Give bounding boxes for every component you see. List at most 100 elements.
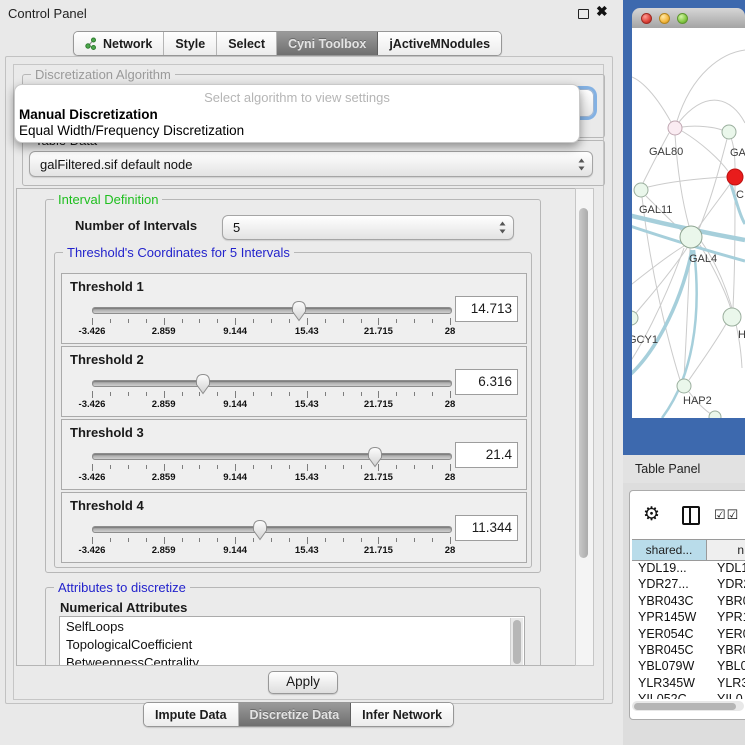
tab-network[interactable]: Network [74, 32, 164, 55]
node-label: GA [730, 147, 745, 159]
attributes-list-scrollbar-thumb[interactable] [513, 620, 521, 664]
node-table[interactable]: shared... n YDL19...YDL1YDR27...YDR2YBR0… [632, 539, 745, 699]
float-window-icon[interactable] [578, 9, 589, 19]
slider-thumb[interactable] [194, 372, 212, 395]
network-edge[interactable] [677, 50, 745, 121]
tick-mark [199, 538, 200, 542]
node-top-right[interactable] [722, 125, 736, 139]
tick-label: -3.426 [79, 545, 106, 556]
tick-mark [217, 538, 218, 542]
column-header-name[interactable]: n [707, 540, 745, 560]
tick-mark [289, 538, 290, 542]
settings-scrollbar[interactable] [575, 188, 594, 666]
table-row[interactable]: YBR045CYBR0 [632, 643, 745, 659]
slider-thumb[interactable] [251, 518, 269, 541]
node-gal80[interactable] [668, 121, 682, 135]
network-edge[interactable] [698, 184, 730, 228]
network-edge[interactable] [733, 186, 735, 308]
node-hap2[interactable] [677, 379, 691, 393]
table-data-select[interactable]: galFiltered.sif default node [29, 151, 593, 177]
network-window-titlebar[interactable] [632, 8, 745, 29]
tab-impute-data[interactable]: Impute Data [144, 703, 239, 726]
control-panel-title: Control Panel [8, 6, 87, 21]
threshold-value-field[interactable]: 6.316 [455, 369, 518, 395]
tab-infer-network[interactable]: Infer Network [351, 703, 453, 726]
algorithm-option-manual-discretization[interactable]: Manual Discretization [18, 107, 577, 123]
window-minimize-button[interactable] [659, 13, 670, 24]
tick-mark [450, 391, 451, 398]
apply-button[interactable]: Apply [268, 671, 338, 694]
window-close-button[interactable] [641, 13, 652, 24]
tab-network-label: Network [103, 37, 152, 51]
node-gcy1[interactable] [632, 311, 638, 325]
tab-jactivemnodules[interactable]: jActiveMNodules [378, 32, 501, 55]
slider-thumb[interactable] [290, 299, 308, 322]
tick-mark [378, 318, 379, 325]
threshold-value-field[interactable]: 11.344 [455, 515, 518, 541]
node-gal11[interactable] [634, 183, 648, 197]
gear-icon[interactable]: ⚙ [643, 503, 660, 526]
tick-mark [325, 538, 326, 542]
network-edge[interactable] [679, 100, 745, 123]
threshold-value-field[interactable]: 21.4 [455, 442, 518, 468]
node-bottom[interactable] [709, 411, 721, 418]
tick-label: -3.426 [79, 472, 106, 483]
tab-select[interactable]: Select [217, 32, 277, 55]
node-selected-red[interactable] [727, 169, 743, 185]
slider-track[interactable] [92, 526, 452, 533]
attribute-list-item[interactable]: SelfLoops [60, 617, 524, 635]
tick-mark [361, 319, 362, 323]
tab-cyni-toolbox[interactable]: Cyni Toolbox [277, 32, 378, 55]
tab-discretize-data[interactable]: Discretize Data [239, 703, 352, 726]
attribute-list-item[interactable]: TopologicalCoefficient [60, 635, 524, 653]
table-row[interactable]: YLR345WYLR3 [632, 676, 745, 692]
table-row[interactable]: YER054CYER0 [632, 627, 745, 643]
slider-track[interactable] [92, 307, 452, 314]
slider-thumb[interactable] [366, 445, 384, 468]
algorithm-option-equal-width-frequency[interactable]: Equal Width/Frequency Discretization [18, 123, 577, 139]
table-row[interactable]: YIL052CYIL0 [632, 692, 745, 699]
column-header-shared-name[interactable]: shared... [632, 540, 707, 560]
table-row[interactable]: YDL19...YDL1 [632, 561, 745, 577]
network-edge[interactable] [632, 250, 692, 380]
tick-mark [164, 537, 165, 544]
threshold-value-field[interactable]: 14.713 [455, 296, 518, 322]
tick-mark [199, 465, 200, 469]
table-row[interactable]: YPR145WYPR1 [632, 610, 745, 626]
tab-style[interactable]: Style [164, 32, 217, 55]
cell-name: YDL1 [713, 561, 745, 577]
column-split-icon[interactable] [682, 506, 700, 525]
numerical-attributes-list[interactable]: SelfLoopsTopologicalCoefficientBetweenne… [59, 616, 525, 666]
attributes-list-scrollbar[interactable] [510, 618, 523, 666]
slider-track[interactable] [92, 380, 452, 387]
tick-mark [414, 538, 415, 542]
checkbox-icons[interactable]: ☑☑ [714, 507, 739, 523]
network-edge[interactable] [643, 133, 669, 183]
network-edge[interactable] [699, 139, 727, 229]
network-edge[interactable] [632, 76, 671, 122]
tick-label: 9.144 [223, 472, 247, 483]
cell-shared-name: YLR345W [632, 676, 713, 692]
attribute-list-item[interactable]: BetweennessCentrality [60, 653, 524, 666]
network-edge[interactable] [682, 131, 728, 171]
cell-name: YBL0 [713, 659, 745, 675]
screenshot-stage: Control Panel ✖ Network Style Select Cyn… [0, 0, 745, 745]
network-edge[interactable] [682, 126, 722, 130]
network-edge[interactable] [632, 246, 684, 288]
node-gal4[interactable] [680, 226, 702, 248]
network-view-canvas[interactable]: GAL80GAGAL11CGAL4GCY1HHAP2 [632, 28, 745, 418]
close-icon[interactable]: ✖ [596, 3, 608, 20]
slider-track[interactable] [92, 453, 452, 460]
table-horizontal-scrollbar[interactable] [632, 701, 744, 711]
settings-scrollbar-thumb[interactable] [579, 208, 588, 558]
number-of-intervals-select[interactable]: 5 [222, 215, 514, 240]
cell-name: YIL0 [713, 692, 745, 699]
tick-mark [271, 538, 272, 542]
table-row[interactable]: YDR27...YDR2 [632, 577, 745, 593]
window-zoom-button[interactable] [677, 13, 688, 24]
table-row[interactable]: YBR043CYBR0 [632, 594, 745, 610]
tick-mark [92, 391, 93, 398]
table-horizontal-scrollbar-thumb[interactable] [634, 703, 736, 710]
table-row[interactable]: YBL079WYBL0 [632, 659, 745, 675]
node-right[interactable] [723, 308, 741, 326]
